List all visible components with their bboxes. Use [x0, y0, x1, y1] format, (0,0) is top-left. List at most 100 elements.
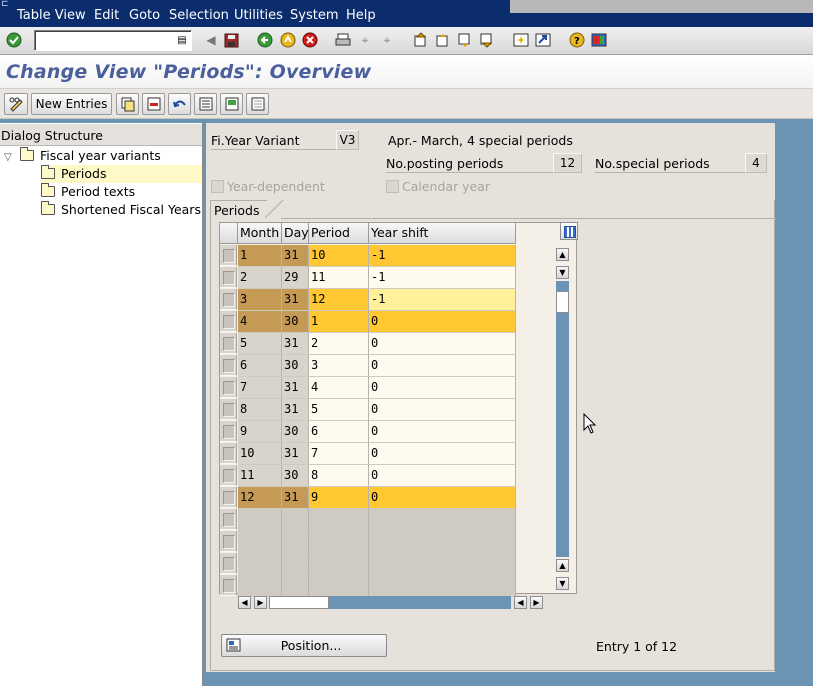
- cell-year-shift[interactable]: -1: [369, 289, 516, 311]
- scroll-down-button[interactable]: ▼: [556, 577, 569, 590]
- row-selector[interactable]: [220, 311, 237, 332]
- shortcut-icon[interactable]: [534, 31, 552, 49]
- tree-node-periods[interactable]: Periods: [41, 165, 202, 183]
- sap-window-icon[interactable]: ⊏: [1, 0, 10, 9]
- menu-help[interactable]: Help: [346, 8, 376, 24]
- exit-icon[interactable]: [279, 31, 297, 49]
- row-selector[interactable]: [220, 575, 237, 596]
- print-icon[interactable]: [334, 31, 352, 49]
- scroll-up-button[interactable]: ▲: [556, 248, 569, 261]
- cell-period[interactable]: 8: [309, 465, 369, 487]
- column-header-month[interactable]: Month: [238, 223, 282, 244]
- column-header-day[interactable]: Day: [282, 223, 309, 244]
- row-selector[interactable]: [220, 487, 237, 508]
- menu-selection[interactable]: Selection: [169, 8, 229, 24]
- cell-year-shift[interactable]: -1: [369, 267, 516, 289]
- cell-year-shift[interactable]: 0: [369, 311, 516, 333]
- row-selector[interactable]: [220, 465, 237, 486]
- last-page-icon[interactable]: [478, 31, 496, 49]
- delete-button[interactable]: [142, 93, 165, 115]
- scroll-right-button[interactable]: ▶: [530, 596, 543, 609]
- enter-icon[interactable]: [5, 31, 23, 49]
- vertical-scrollbar-thumb[interactable]: [556, 291, 569, 313]
- row-selector[interactable]: [220, 443, 237, 464]
- cell-day: 29: [282, 267, 309, 289]
- row-selector[interactable]: [220, 333, 237, 354]
- customize-layout-icon[interactable]: [590, 31, 608, 49]
- cell-year-shift[interactable]: 0: [369, 333, 516, 355]
- row-selector[interactable]: [220, 553, 237, 574]
- cell-period[interactable]: 2: [309, 333, 369, 355]
- column-header-year-shift[interactable]: Year shift: [369, 223, 516, 244]
- posting-periods-value: 12: [553, 153, 582, 173]
- cell-period[interactable]: 1: [309, 311, 369, 333]
- row-selector[interactable]: [220, 355, 237, 376]
- row-selector[interactable]: [220, 531, 237, 552]
- scroll-left-small-button[interactable]: ◀: [514, 596, 527, 609]
- cell-year-shift[interactable]: 0: [369, 355, 516, 377]
- select-all-rows-header[interactable]: [220, 223, 238, 244]
- cancel-icon[interactable]: [301, 31, 319, 49]
- scroll-page-down-button[interactable]: ▲: [556, 559, 569, 572]
- row-selector[interactable]: [220, 509, 237, 530]
- select-all-button[interactable]: [194, 93, 217, 115]
- vertical-scrollbar-track[interactable]: [556, 281, 569, 557]
- cell-year-shift[interactable]: 0: [369, 399, 516, 421]
- horizontal-scrollbar-thumb[interactable]: [269, 596, 329, 609]
- undo-change-button[interactable]: [168, 93, 191, 115]
- command-field[interactable]: ▤: [34, 30, 192, 51]
- cell-period[interactable]: 6: [309, 421, 369, 443]
- command-history-icon[interactable]: ▤: [176, 34, 188, 47]
- cell-period[interactable]: 7: [309, 443, 369, 465]
- create-session-icon[interactable]: [512, 31, 530, 49]
- row-selector[interactable]: [220, 245, 237, 266]
- position-button[interactable]: Position...: [221, 634, 387, 657]
- scroll-left-button[interactable]: ◀: [238, 596, 251, 609]
- back-icon[interactable]: [256, 31, 274, 49]
- cell-period[interactable]: 4: [309, 377, 369, 399]
- deselect-all-button[interactable]: [246, 93, 269, 115]
- cell-year-shift[interactable]: 0: [369, 443, 516, 465]
- cell-period[interactable]: 3: [309, 355, 369, 377]
- cell-period[interactable]: 10: [309, 245, 369, 267]
- scroll-page-up-button[interactable]: ▼: [556, 266, 569, 279]
- help-icon[interactable]: ?: [568, 31, 586, 49]
- expand-triangle-icon[interactable]: ▽: [4, 149, 16, 167]
- scroll-right-small-button[interactable]: ▶: [254, 596, 267, 609]
- table-settings-button[interactable]: [560, 222, 578, 240]
- cell-period[interactable]: 11: [309, 267, 369, 289]
- menu-edit[interactable]: Edit: [94, 8, 119, 24]
- save-icon[interactable]: [222, 31, 240, 49]
- cell-period[interactable]: 12: [309, 289, 369, 311]
- row-selector[interactable]: [220, 377, 237, 398]
- copy-as-button[interactable]: [116, 93, 139, 115]
- year-dependent-checkbox[interactable]: [211, 180, 224, 193]
- cell-year-shift[interactable]: 0: [369, 487, 516, 509]
- horizontal-scrollbar-track[interactable]: [269, 596, 511, 609]
- row-selector[interactable]: [220, 421, 237, 442]
- tree-node-period-texts[interactable]: Period texts: [41, 183, 135, 201]
- cell-year-shift[interactable]: 0: [369, 421, 516, 443]
- cell-period[interactable]: 9: [309, 487, 369, 509]
- calendar-year-checkbox[interactable]: [386, 180, 399, 193]
- tree-node-fiscal-year-variants[interactable]: ▽ Fiscal year variants: [4, 147, 161, 165]
- next-page-icon[interactable]: [456, 31, 474, 49]
- menu-table-view[interactable]: Table View: [17, 8, 86, 24]
- tree-node-shortened-fiscal-years[interactable]: Shortened Fiscal Years: [41, 201, 201, 219]
- cell-year-shift[interactable]: 0: [369, 465, 516, 487]
- menu-utilities[interactable]: Utilities: [234, 8, 283, 24]
- cell-year-shift[interactable]: 0: [369, 377, 516, 399]
- row-selector[interactable]: [220, 289, 237, 310]
- column-header-period[interactable]: Period: [309, 223, 369, 244]
- row-selector[interactable]: [220, 399, 237, 420]
- menu-system[interactable]: System: [290, 8, 338, 24]
- select-block-button[interactable]: [220, 93, 243, 115]
- new-entries-button[interactable]: New Entries: [31, 93, 112, 115]
- cell-year-shift[interactable]: -1: [369, 245, 516, 267]
- cell-period[interactable]: 5: [309, 399, 369, 421]
- previous-page-icon[interactable]: [434, 31, 452, 49]
- row-selector[interactable]: [220, 267, 237, 288]
- first-page-icon[interactable]: [412, 31, 430, 49]
- display-change-button[interactable]: [4, 93, 28, 115]
- menu-goto[interactable]: Goto: [129, 8, 160, 24]
